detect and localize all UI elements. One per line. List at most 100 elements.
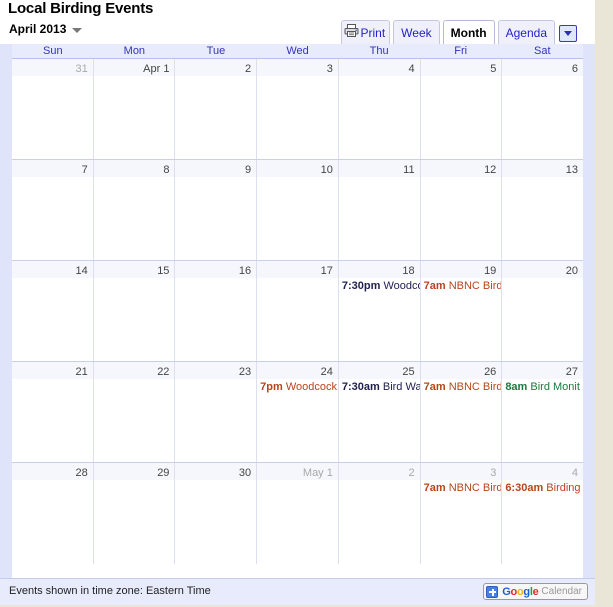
day-cell[interactable]: 3	[257, 59, 339, 159]
period-selector[interactable]: April 2013	[9, 22, 83, 36]
day-cell[interactable]: 21	[12, 362, 94, 462]
event-list: 7am NBNC Bird	[421, 278, 502, 293]
day-number[interactable]: Apr 1	[143, 63, 169, 75]
day-cell[interactable]: 5	[420, 59, 503, 159]
day-number[interactable]: 20	[566, 265, 578, 277]
day-number[interactable]: 13	[566, 164, 578, 176]
event-list: 7:30pm Woodcock	[339, 278, 420, 293]
day-cell[interactable]: 25 7:30am Bird Wa	[338, 362, 421, 462]
calendar-event[interactable]: 7:30pm Woodcock	[339, 279, 420, 293]
day-cell[interactable]: 24 7pm Woodcock	[257, 362, 339, 462]
calendar-event[interactable]: 7am NBNC Bird	[421, 279, 502, 293]
calendar-event[interactable]: 7pm Woodcock	[257, 380, 338, 394]
day-cell[interactable]: 26 7am NBNC Bird	[420, 362, 503, 462]
add-to-google-calendar-button[interactable]: Google Calendar	[483, 583, 588, 600]
day-number[interactable]: 27	[566, 366, 578, 378]
day-number[interactable]: 4	[408, 63, 414, 75]
event-list	[12, 76, 93, 77]
day-number-bar: 22	[93, 362, 175, 379]
day-header-mon: Mon	[123, 45, 146, 57]
day-number[interactable]: 15	[157, 265, 169, 277]
day-number[interactable]: 7	[82, 164, 88, 176]
day-cell[interactable]: 2	[338, 463, 421, 564]
day-cell[interactable]: 18 7:30pm Woodcock	[338, 261, 421, 361]
day-number[interactable]: 16	[239, 265, 251, 277]
day-number[interactable]: 22	[157, 366, 169, 378]
calendar-event[interactable]: 7:30am Bird Wa	[339, 380, 420, 394]
day-number[interactable]: 30	[239, 467, 251, 479]
day-number-bar: 6	[502, 59, 584, 76]
day-number[interactable]: 26	[484, 366, 496, 378]
day-number-bar: Apr 1	[93, 59, 175, 76]
day-cell[interactable]: Apr 1	[93, 59, 176, 159]
day-cell[interactable]: 12	[420, 160, 503, 260]
day-number[interactable]: 28	[75, 467, 87, 479]
day-number[interactable]: 29	[157, 467, 169, 479]
day-number-bar: 30	[175, 463, 257, 480]
day-number[interactable]: 4	[572, 467, 578, 479]
day-cell[interactable]: 22	[93, 362, 176, 462]
day-number[interactable]: 9	[245, 164, 251, 176]
calendar-event[interactable]: 8am Bird Monit	[502, 380, 583, 394]
day-cell[interactable]: 11	[338, 160, 421, 260]
calendar-event[interactable]: 7am NBNC Bird	[421, 380, 502, 394]
calendar-event[interactable]: 7am NBNC Bird	[421, 481, 502, 495]
day-number[interactable]: 24	[321, 366, 333, 378]
day-cell[interactable]: 17	[257, 261, 339, 361]
print-button[interactable]: Print	[341, 20, 391, 44]
day-cell[interactable]: 20	[502, 261, 584, 361]
tab-month[interactable]: Month	[442, 20, 495, 44]
day-number[interactable]: 8	[163, 164, 169, 176]
day-cell[interactable]: 2	[175, 59, 258, 159]
day-cell[interactable]: 14	[12, 261, 94, 361]
event-list	[257, 278, 338, 279]
day-cell[interactable]: 6	[502, 59, 584, 159]
day-number[interactable]: May 1	[303, 467, 333, 479]
day-cell[interactable]: 9	[175, 160, 258, 260]
tab-week[interactable]: Week	[393, 20, 440, 44]
day-cell[interactable]: 19 7am NBNC Bird	[420, 261, 503, 361]
day-number[interactable]: 12	[484, 164, 496, 176]
day-number-bar: 3	[420, 463, 502, 480]
day-cell[interactable]: 8	[93, 160, 176, 260]
day-number[interactable]: 17	[321, 265, 333, 277]
day-cell[interactable]: 10	[257, 160, 339, 260]
day-number-bar: 15	[93, 261, 175, 278]
day-number[interactable]: 21	[75, 366, 87, 378]
day-cell[interactable]: 13	[502, 160, 584, 260]
day-cell[interactable]: 16	[175, 261, 258, 361]
day-cell[interactable]: 4 6:30am Birding	[502, 463, 584, 564]
day-number[interactable]: 18	[402, 265, 414, 277]
day-number[interactable]: 3	[327, 63, 333, 75]
day-cell[interactable]: 29	[93, 463, 176, 564]
day-number[interactable]: 10	[321, 164, 333, 176]
event-time: 7am	[423, 482, 446, 494]
day-number[interactable]: 2	[245, 63, 251, 75]
day-number[interactable]: 3	[490, 467, 496, 479]
day-number[interactable]: 11	[403, 164, 414, 176]
day-number[interactable]: 25	[402, 366, 414, 378]
day-cell[interactable]: 3 7am NBNC Bird	[420, 463, 503, 564]
day-cell[interactable]: 23	[175, 362, 258, 462]
day-cell[interactable]: 7	[12, 160, 94, 260]
day-number[interactable]: 23	[239, 366, 251, 378]
calendar-event[interactable]: 6:30am Birding	[502, 481, 583, 495]
day-cell[interactable]: May 1	[257, 463, 339, 564]
day-cell[interactable]: 27 8am Bird Monit	[502, 362, 584, 462]
day-cell[interactable]: 4	[338, 59, 421, 159]
event-list	[94, 480, 175, 481]
day-number[interactable]: 19	[484, 265, 496, 277]
day-cell[interactable]: 30	[175, 463, 258, 564]
day-cell[interactable]: 15	[93, 261, 176, 361]
day-number[interactable]: 14	[75, 265, 87, 277]
day-number[interactable]: 2	[408, 467, 414, 479]
tab-agenda[interactable]: Agenda	[497, 20, 555, 44]
day-number[interactable]: 5	[490, 63, 496, 75]
event-list	[12, 177, 93, 178]
calendar-body: Sun Mon Tue Wed Thu Fri Sat 31 Apr 1 2 3 4 5 6 7 8 9 10 1…	[0, 44, 595, 578]
day-number[interactable]: 31	[75, 63, 87, 75]
view-dropdown-button[interactable]	[559, 25, 577, 42]
day-cell[interactable]: 31	[12, 59, 94, 159]
day-number[interactable]: 6	[572, 63, 578, 75]
day-cell[interactable]: 28	[12, 463, 94, 564]
